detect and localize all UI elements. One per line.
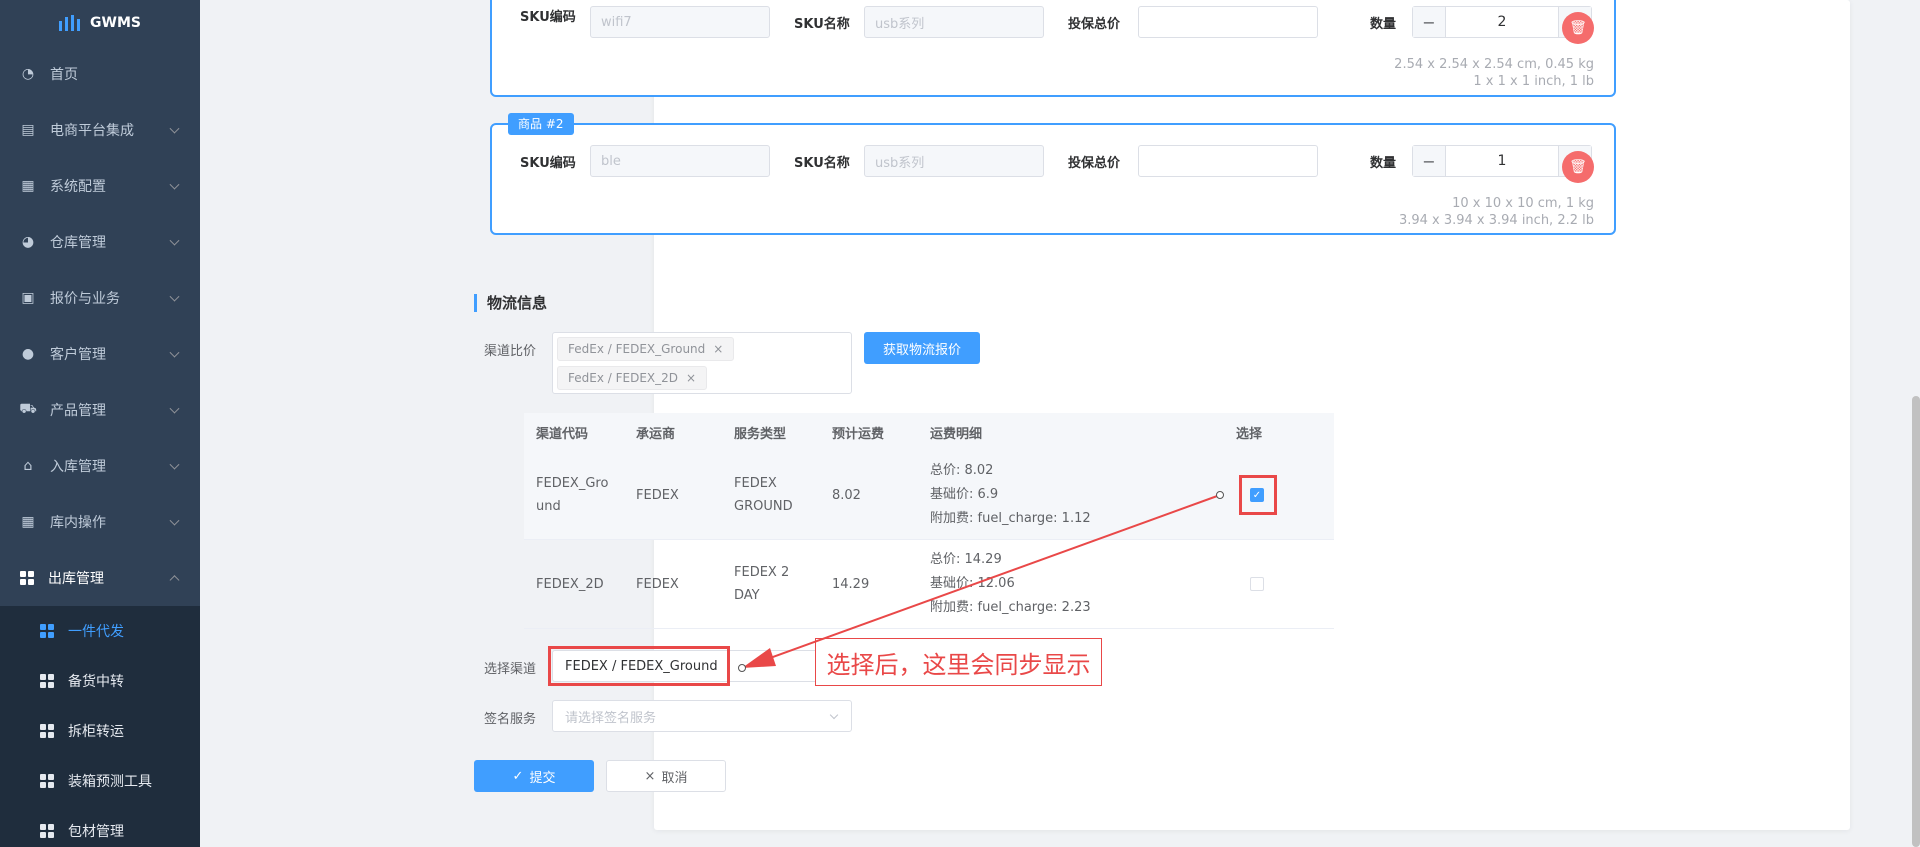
sku-code-input[interactable]: ble: [590, 145, 770, 177]
chevron-down-icon: [169, 123, 180, 134]
delete-button[interactable]: 🗑: [1562, 12, 1594, 44]
quote-icon: ▣: [21, 290, 35, 306]
sidebar-subitem-devanning[interactable]: 拆柜转运: [0, 706, 200, 756]
table-icon: ▦: [21, 514, 35, 530]
quantity-value[interactable]: 2: [1445, 7, 1559, 37]
sidebar-item-product[interactable]: ⛟ 产品管理: [0, 382, 200, 438]
decrement-button[interactable]: −: [1413, 146, 1445, 176]
app-title: GWMS: [90, 15, 141, 31]
goods-item-1: SKU编码 wifi7 SKU名称 usb系列 投保总价 数量 − 2 + 🗑 …: [490, 0, 1616, 97]
chevron-down-icon: [169, 179, 180, 190]
grid-icon: [40, 774, 54, 788]
select-channel-label: 选择渠道: [484, 662, 537, 677]
quote-table: 渠道代码 承运商 服务类型 预计运费 运费明细 选择 FEDEX_Ground …: [524, 413, 1334, 629]
close-icon: ×: [644, 768, 656, 784]
outbound-submenu: 一件代发 备货中转 拆柜转运 装箱预测工具 包材管理: [0, 606, 200, 847]
annotation-callout: 选择后，这里会同步显示: [815, 638, 1102, 686]
goods-dimensions: 2.54 x 2.54 x 2.54 cm, 0.45 kg 1 x 1 x 1…: [1394, 57, 1594, 89]
cart-icon: ⛟: [19, 401, 37, 417]
sidebar-subitem-stock-transfer[interactable]: 备货中转: [0, 656, 200, 706]
sidebar-subitem-packaging[interactable]: 包材管理: [0, 806, 200, 847]
chevron-down-icon: [169, 515, 180, 526]
sidebar-item-inbound[interactable]: ⌂ 入库管理: [0, 438, 200, 494]
home-icon: ⌂: [23, 458, 33, 474]
signature-select[interactable]: 请选择签名服务: [552, 700, 852, 732]
decrement-button[interactable]: −: [1413, 7, 1445, 37]
sidebar-item-config[interactable]: ▦ 系统配置: [0, 158, 200, 214]
sku-name-input[interactable]: usb系列: [864, 6, 1044, 38]
chevron-up-icon: [169, 575, 180, 586]
goods-tag: 商品 #2: [508, 113, 574, 135]
annotation-highlight-checkbox: [1239, 475, 1277, 515]
channel-compare-label: 渠道比价: [484, 344, 537, 359]
insured-value-input[interactable]: [1138, 6, 1318, 38]
signature-label: 签名服务: [484, 712, 537, 727]
cancel-button[interactable]: × 取消: [606, 760, 726, 792]
sidebar-item-home[interactable]: ◔ 首页: [0, 46, 200, 102]
sidebar-item-customer[interactable]: ● 客户管理: [0, 326, 200, 382]
sidebar-item-quote[interactable]: ▣ 报价与业务: [0, 270, 200, 326]
trash-icon: 🗑: [1569, 159, 1587, 175]
close-icon[interactable]: ×: [686, 371, 696, 385]
channel-tag: FedEx / FEDEX_2D ×: [557, 366, 708, 390]
user-icon: ●: [21, 346, 35, 362]
config-icon: ▦: [21, 178, 35, 194]
app-logo[interactable]: GWMS: [0, 0, 200, 46]
table-header: 渠道代码 承运商 服务类型 预计运费 运费明细 选择: [524, 413, 1334, 451]
grid-icon: [40, 624, 54, 638]
sku-code-input[interactable]: wifi7: [590, 6, 770, 38]
check-icon: ✓: [512, 768, 524, 784]
quantity-value[interactable]: 1: [1445, 146, 1559, 176]
chevron-down-icon: [169, 459, 180, 470]
sidebar-subitem-dropship[interactable]: 一件代发: [0, 606, 200, 656]
sku-name-input[interactable]: usb系列: [864, 145, 1044, 177]
store-icon: ▤: [21, 122, 35, 138]
chevron-down-icon: [169, 403, 180, 414]
table-row[interactable]: FEDEX_2D FEDEX FEDEX 2 DAY 14.29 总价: 14.…: [524, 540, 1334, 629]
insured-value-input[interactable]: [1138, 145, 1318, 177]
sidebar-item-inventory[interactable]: ▦ 库内操作: [0, 494, 200, 550]
channel-tag: FedEx / FEDEX_Ground ×: [557, 337, 735, 361]
close-icon[interactable]: ×: [713, 342, 723, 356]
submit-button[interactable]: ✓ 提交: [474, 760, 594, 792]
goods-item-2: 商品 #2 SKU编码 ble SKU名称 usb系列 投保总价 数量 − 1 …: [490, 113, 1616, 235]
chevron-down-icon: [169, 347, 180, 358]
channel-compare-select[interactable]: FedEx / FEDEX_Ground × FedEx / FEDEX_2D ×: [552, 332, 852, 394]
grid-icon: [40, 724, 54, 738]
annotation-highlight-select: [548, 646, 730, 686]
globe-icon: ◕: [21, 234, 35, 250]
chevron-down-icon: [169, 235, 180, 246]
sidebar-item-warehouse[interactable]: ◕ 仓库管理: [0, 214, 200, 270]
sidebar-subitem-packing-tool[interactable]: 装箱预测工具: [0, 756, 200, 806]
chevron-down-icon: [169, 291, 180, 302]
select-checkbox[interactable]: [1250, 577, 1264, 591]
scrollbar[interactable]: [1912, 396, 1920, 847]
grid-icon: [20, 571, 34, 585]
dashboard-icon: ◔: [21, 66, 35, 82]
logo-icon: [59, 15, 81, 31]
delete-button[interactable]: 🗑: [1562, 151, 1594, 183]
section-title: 物流信息: [474, 294, 547, 312]
table-row[interactable]: FEDEX_Ground FEDEX FEDEX GROUND 8.02 总价:…: [524, 451, 1334, 540]
goods-dimensions: 10 x 10 x 10 cm, 1 kg 3.94 x 3.94 x 3.94…: [1398, 196, 1594, 228]
fetch-quote-button[interactable]: 获取物流报价: [864, 332, 980, 364]
grid-icon: [40, 824, 54, 838]
sidebar: GWMS ◔ 首页 ▤ 电商平台集成 ▦ 系统配置 ◕ 仓库管理 ▣ 报价与业务 ● 客户管…: [0, 0, 200, 847]
trash-icon: 🗑: [1569, 20, 1587, 36]
sidebar-item-outbound[interactable]: 出库管理: [0, 550, 200, 606]
grid-icon: [40, 674, 54, 688]
sidebar-item-ecommerce[interactable]: ▤ 电商平台集成: [0, 102, 200, 158]
chevron-down-icon: [829, 710, 839, 720]
